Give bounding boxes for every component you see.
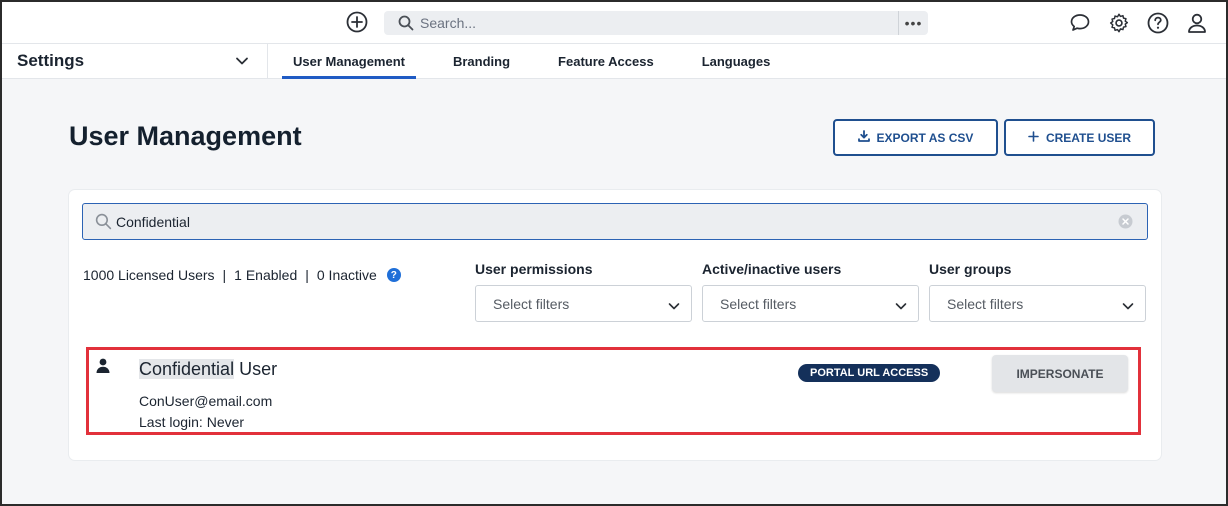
- user-list-item[interactable]: Confidential User ConUser@email.com Last…: [86, 347, 1141, 435]
- count-separator: |: [305, 267, 309, 283]
- enabled-users-count: 1 Enabled: [234, 267, 298, 283]
- user-search[interactable]: [82, 203, 1148, 240]
- sub-navigation: Settings User Management Branding Featur…: [0, 44, 1228, 79]
- export-csv-label: EXPORT AS CSV: [876, 130, 974, 145]
- user-permissions-filter: User permissions Select filters: [475, 261, 692, 322]
- plus-icon: [1028, 130, 1039, 145]
- settings-tabs: User Management Branding Feature Access …: [282, 44, 807, 79]
- person-icon: [96, 358, 110, 379]
- user-icon[interactable]: [1184, 10, 1210, 36]
- clear-search-icon[interactable]: [1118, 214, 1133, 234]
- user-groups-filter: User groups Select filters: [929, 261, 1146, 322]
- user-name-rest: User: [234, 359, 278, 379]
- add-icon[interactable]: [345, 10, 369, 34]
- licensed-users-count: 1000 Licensed Users: [83, 267, 215, 283]
- chat-icon[interactable]: [1067, 10, 1093, 36]
- create-user-button[interactable]: CREATE USER: [1004, 119, 1155, 156]
- filter-label: User permissions: [475, 261, 593, 277]
- tab-languages[interactable]: Languages: [691, 44, 782, 79]
- tab-feature-access[interactable]: Feature Access: [547, 44, 665, 79]
- create-user-label: CREATE USER: [1045, 130, 1132, 145]
- export-csv-button[interactable]: EXPORT AS CSV: [833, 119, 998, 156]
- settings-label: Settings: [17, 51, 85, 70]
- user-email: ConUser@email.com: [139, 393, 273, 409]
- tab-user-management[interactable]: User Management: [282, 44, 416, 79]
- chevron-down-icon: [1122, 299, 1134, 315]
- settings-dropdown[interactable]: Settings: [0, 44, 268, 79]
- user-groups-select[interactable]: Select filters: [929, 285, 1146, 322]
- portal-access-badge: PORTAL URL ACCESS: [798, 364, 941, 382]
- filter-placeholder: Select filters: [947, 295, 1024, 312]
- inactive-users-count: 0 Inactive: [316, 267, 377, 283]
- chevron-down-icon: [895, 299, 907, 315]
- chevron-down-icon: [235, 54, 249, 73]
- users-card: 1000 Licensed Users | 1 Enabled | 0 Inac…: [69, 190, 1161, 460]
- tab-branding[interactable]: Branding: [442, 44, 521, 79]
- filter-placeholder: Select filters: [493, 295, 570, 312]
- filter-placeholder: Select filters: [720, 295, 797, 312]
- count-separator: |: [222, 267, 227, 283]
- user-name-match: Confidential: [139, 359, 235, 379]
- user-permissions-select[interactable]: Select filters: [475, 285, 692, 322]
- search-icon: [95, 213, 112, 230]
- top-bar: •••: [0, 0, 1228, 44]
- active-inactive-select[interactable]: Select filters: [702, 285, 919, 322]
- filter-label: Active/inactive users: [702, 261, 842, 277]
- user-name[interactable]: Confidential User: [139, 359, 277, 380]
- gear-icon[interactable]: [1106, 10, 1132, 36]
- license-counts: 1000 Licensed Users | 1 Enabled | 0 Inac…: [83, 267, 401, 283]
- chevron-down-icon: [668, 299, 680, 315]
- download-icon: [857, 130, 870, 145]
- impersonate-button[interactable]: IMPERSONATE: [992, 355, 1128, 392]
- user-search-input[interactable]: [116, 213, 1096, 230]
- page-title: User Management: [69, 121, 302, 151]
- more-options-button[interactable]: •••: [898, 11, 928, 35]
- help-icon[interactable]: ?: [386, 268, 401, 282]
- filter-label: User groups: [929, 261, 1012, 277]
- search-icon: [396, 13, 416, 33]
- global-search[interactable]: •••: [384, 11, 928, 35]
- help-icon[interactable]: [1145, 10, 1171, 36]
- active-inactive-filter: Active/inactive users Select filters: [702, 261, 919, 322]
- global-search-input[interactable]: [420, 15, 890, 31]
- user-last-login: Last login: Never: [139, 414, 245, 430]
